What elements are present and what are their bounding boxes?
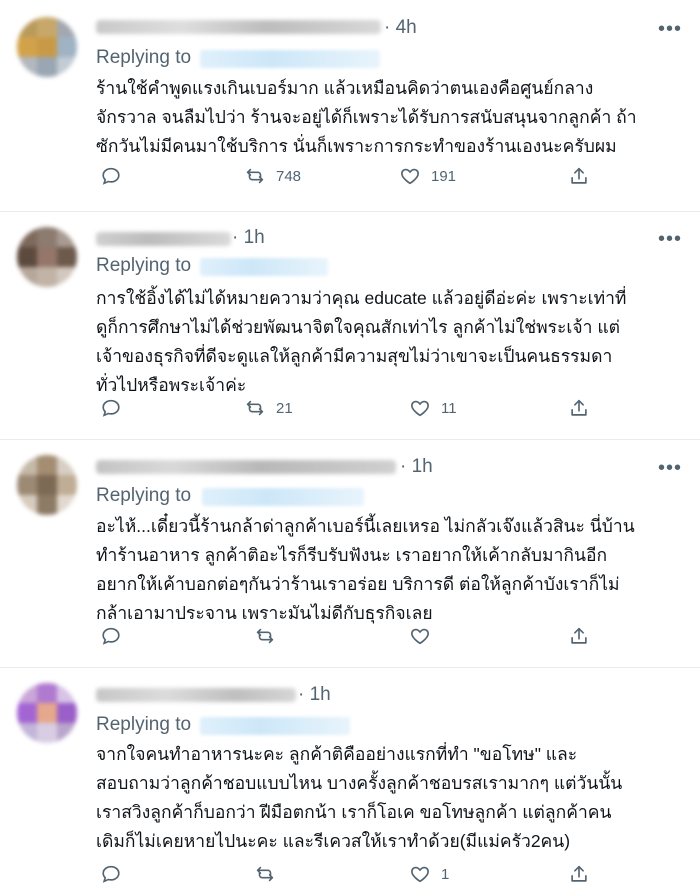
like-button[interactable] (409, 625, 441, 647)
replying-to-label: Replying to (96, 255, 192, 276)
replying-to-label: Replying to (96, 47, 192, 68)
heart-icon (401, 168, 419, 185)
share-icon (571, 167, 587, 184)
text-line: อะไห้...เดี๋ยวนี้ร้านกล้าด่าลูกค้าเบอร์น… (96, 516, 635, 536)
blurred-display-name[interactable] (96, 232, 231, 246)
timestamp[interactable]: · 1h (232, 227, 265, 249)
reply-feed: · 4h ••• Replying to ร้านใช้คำพูดแรงเกิน… (0, 0, 700, 895)
reply-icon (102, 865, 120, 883)
tweet-actions: 1 (96, 863, 616, 893)
tweet-text: การใช้อิ้งได้ไม่ได้หมายความว่าคุณ educat… (96, 284, 676, 400)
share-icon (571, 399, 587, 416)
blurred-display-name[interactable] (96, 20, 381, 34)
like-button[interactable]: 11 (409, 397, 457, 419)
reply-button[interactable] (100, 165, 122, 187)
reply-tweet[interactable]: · 1h ••• Replying to อะไห้...เดี๋ยวนี้ร้… (0, 440, 700, 668)
retweet-icon (246, 400, 264, 416)
retweet-button[interactable]: 748 (244, 165, 301, 187)
timestamp-value: 1h (243, 227, 265, 248)
avatar[interactable] (17, 17, 77, 77)
avatar[interactable] (17, 227, 77, 287)
text-line: ร้านใช้คำพูดแรงเกินเบอร์มาก แล้วเหมือนคิ… (96, 78, 594, 98)
share-button[interactable] (568, 863, 590, 885)
reply-handle-link[interactable] (200, 50, 380, 68)
like-button[interactable]: 1 (409, 863, 449, 885)
share-button[interactable] (568, 165, 590, 187)
text-line: จักรวาล จนลืมไปว่า ร้านจะอยู่ได้ก็เพราะไ… (96, 107, 637, 127)
retweet-count: 748 (276, 167, 302, 185)
timestamp[interactable]: · 1h (298, 684, 331, 706)
avatar[interactable] (17, 455, 77, 515)
reply-handle-link[interactable] (200, 717, 350, 735)
heart-icon (411, 400, 429, 417)
like-count: 1 (441, 865, 450, 883)
reply-tweet[interactable]: · 4h ••• Replying to ร้านใช้คำพูดแรงเกิน… (0, 0, 700, 212)
reply-handle-link[interactable] (200, 258, 328, 276)
reply-tweet[interactable]: · 1h ••• Replying to การใช้อิ้งได้ไม่ได้… (0, 212, 700, 440)
text-line: สอบถามว่าลูกค้าชอบแบบไหน บางครั้งลูกค้าช… (96, 773, 623, 793)
heart-icon (411, 866, 429, 883)
tweet-actions: 748 191 (96, 165, 616, 195)
retweet-icon (246, 168, 264, 184)
like-button[interactable]: 191 (399, 165, 456, 187)
text-line: จากใจคนทำอาหารนะคะ ลูกค้าติคืออย่างแรกที… (96, 744, 578, 764)
tweet-text: ร้านใช้คำพูดแรงเกินเบอร์มาก แล้วเหมือนคิ… (96, 74, 676, 161)
text-line: ดูก็การศึกษาไม่ได้ช่วยพัฒนาจิตใจคุณสักเท… (96, 317, 621, 337)
tweet-actions (96, 625, 616, 655)
more-options-icon[interactable]: ••• (658, 228, 682, 251)
reply-icon (102, 399, 120, 417)
blurred-display-name[interactable] (96, 688, 296, 702)
heart-icon (411, 628, 429, 645)
more-options-icon[interactable]: ••• (658, 457, 682, 480)
like-count: 191 (431, 167, 457, 185)
reply-tweet[interactable]: · 1h Replying to จากใจคนทำอาหารนะคะ ลูกค… (0, 668, 700, 895)
more-options-icon[interactable]: ••• (658, 18, 682, 41)
avatar[interactable] (17, 683, 77, 743)
share-icon (571, 865, 587, 882)
reply-icon (102, 167, 120, 185)
timestamp[interactable]: · 1h (400, 456, 433, 478)
reply-button[interactable] (100, 397, 122, 419)
retweet-button[interactable] (254, 625, 286, 647)
tweet-text: จากใจคนทำอาหารนะคะ ลูกค้าติคืออย่างแรกที… (96, 740, 676, 856)
share-button[interactable] (568, 397, 590, 419)
reply-icon (102, 627, 120, 645)
text-line: การใช้อิ้งได้ไม่ได้หมายความว่าคุณ educat… (96, 288, 627, 308)
share-button[interactable] (568, 625, 590, 647)
share-icon (571, 627, 587, 644)
reply-handle-link[interactable] (202, 488, 364, 506)
blurred-display-name[interactable] (96, 460, 396, 474)
timestamp[interactable]: · 4h (384, 17, 417, 39)
retweet-button[interactable]: 21 (244, 397, 293, 419)
retweet-button[interactable] (254, 863, 286, 885)
text-line: ทั่วไปหรือพระเจ้าค่ะ (96, 375, 247, 395)
tweet-text: อะไห้...เดี๋ยวนี้ร้านกล้าด่าลูกค้าเบอร์น… (96, 512, 676, 628)
replying-to-label: Replying to (96, 714, 192, 735)
tweet-actions: 21 11 (96, 397, 616, 427)
timestamp-value: 1h (411, 456, 433, 477)
retweet-icon (256, 628, 274, 644)
replying-to-label: Replying to (96, 485, 192, 506)
reply-button[interactable] (100, 863, 122, 885)
timestamp-value: 4h (395, 17, 417, 38)
like-count: 11 (441, 399, 457, 417)
text-line: อยากให้เค้าบอกต่อๆกันว่าร้านเราอร่อย บริ… (96, 574, 620, 594)
timestamp-value: 1h (309, 684, 331, 705)
reply-button[interactable] (100, 625, 122, 647)
text-line: เราสวิงลูกค้าก็บอกว่า ฝีมือตกน้า เราก็โอ… (96, 802, 612, 822)
retweet-count: 21 (276, 399, 293, 417)
retweet-icon (256, 866, 274, 882)
text-line: กล้าเอามาประจาน เพราะมันไม่ดีกับธุรกิจเล… (96, 603, 433, 623)
text-line: ทำร้านอาหาร ลูกค้าติอะไรก็รีบรับฟังนะ เร… (96, 545, 608, 565)
text-line: ซักวันไม่มีคนมาใช้บริการ นั่นก็เพราะการก… (96, 136, 617, 156)
text-line: เจ้าของธุรกิจที่ดีจะดูแลให้ลูกค้ามีความส… (96, 346, 613, 366)
text-line: เดิมก็ไม่เคยหายไปนะคะ และรีเควสให้เราทำด… (96, 831, 571, 851)
